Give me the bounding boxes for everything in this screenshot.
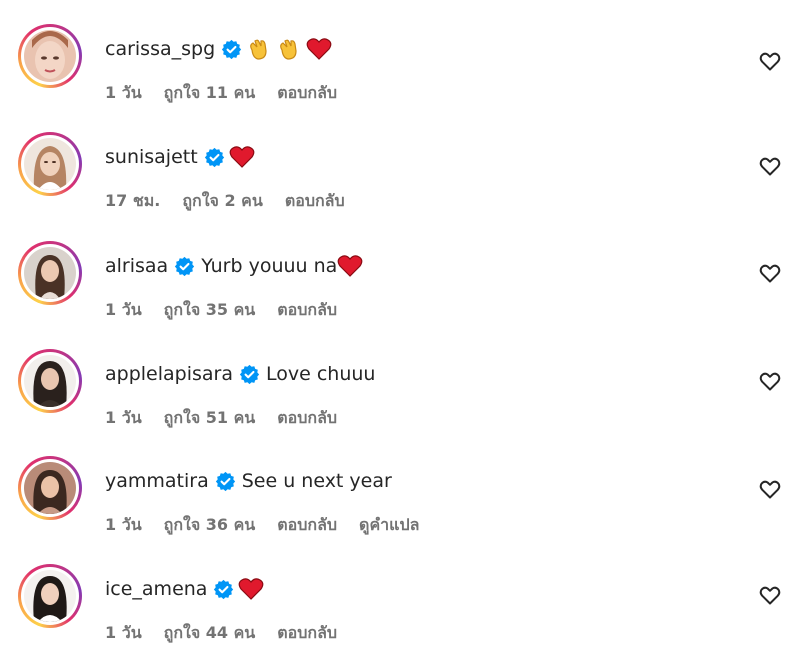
avatar <box>24 138 76 190</box>
reply-button[interactable]: ตอบกลับ <box>277 298 337 323</box>
heart-outline-icon[interactable] <box>758 583 782 607</box>
username[interactable]: ice_amena <box>105 576 207 602</box>
comment-item: yammatira See u next year 1 วัน ถูกใจ 36… <box>0 448 800 556</box>
timestamp: 17 ชม. <box>105 191 161 210</box>
verified-badge-icon <box>239 364 260 384</box>
avatar-ring-gap <box>21 27 79 85</box>
heart-outline-icon[interactable] <box>758 477 782 501</box>
comment-text: Yurb youuu na <box>201 255 338 277</box>
reply-button[interactable]: ตอบกลับ <box>277 406 337 431</box>
avatar-story-ring[interactable] <box>18 456 82 520</box>
avatar-ring-gap <box>21 352 79 410</box>
see-translation-button[interactable]: ดูคำแปล <box>359 513 419 538</box>
username[interactable]: alrisaa <box>105 253 168 279</box>
verified-badge-icon <box>204 147 224 167</box>
avatar-ring-gap <box>21 244 79 302</box>
avatar <box>24 570 76 622</box>
timestamp: 1 วัน <box>105 83 142 102</box>
username[interactable]: sunisajett <box>105 144 198 170</box>
reply-button[interactable]: ตอบกลับ <box>285 189 345 214</box>
reply-button[interactable]: ตอบกลับ <box>277 621 337 646</box>
likes-count-button[interactable]: ถูกใจ 35 คน <box>164 298 256 323</box>
avatar-story-ring[interactable] <box>18 241 82 305</box>
likes-count-button[interactable]: ถูกใจ 44 คน <box>164 621 256 646</box>
timestamp: 1 วัน <box>105 623 142 642</box>
comment-item: sunisajett 17 ชม. ถูกใจ 2 คน ตอบกลับ <box>0 124 800 232</box>
avatar-story-ring[interactable] <box>18 349 82 413</box>
heart-outline-icon[interactable] <box>758 261 782 285</box>
avatar <box>24 355 76 407</box>
timestamp: 1 วัน <box>105 515 142 534</box>
avatar-ring-gap <box>21 567 79 625</box>
clapping-hands-icon <box>280 39 297 60</box>
reply-button[interactable]: ตอบกลับ <box>277 513 337 538</box>
username[interactable]: yammatira <box>105 468 209 494</box>
verified-badge-icon <box>222 39 242 59</box>
avatar-story-ring[interactable] <box>18 564 82 628</box>
heart-outline-icon[interactable] <box>758 49 782 73</box>
likes-count-button[interactable]: ถูกใจ 51 คน <box>164 406 256 431</box>
verified-badge-icon <box>214 579 234 599</box>
username[interactable]: carissa_spg <box>105 36 215 62</box>
likes-count-button[interactable]: ถูกใจ 11 คน <box>164 81 256 106</box>
comment-item: carissa_spg 1 วัน ถูกใจ 11 คน ตอบกลับ <box>0 16 800 124</box>
avatar-story-ring[interactable] <box>18 24 82 88</box>
clapping-hands-icon <box>250 39 267 60</box>
avatar-story-ring[interactable] <box>18 132 82 196</box>
red-heart-icon <box>337 255 363 277</box>
timestamp: 1 วัน <box>105 300 142 319</box>
comment-list: carissa_spg 1 วัน ถูกใจ 11 คน ตอบกลับ su… <box>0 0 800 668</box>
avatar-ring-gap <box>21 459 79 517</box>
red-heart-icon <box>306 38 332 60</box>
likes-count-button[interactable]: ถูกใจ 2 คน <box>182 189 262 214</box>
verified-badge-icon <box>215 471 235 491</box>
red-heart-icon <box>229 146 255 168</box>
heart-outline-icon[interactable] <box>758 154 782 178</box>
verified-badge-icon <box>175 256 195 276</box>
avatar <box>24 247 76 299</box>
red-heart-icon <box>239 578 264 600</box>
avatar <box>24 462 76 514</box>
username[interactable]: applelapisara <box>105 361 233 387</box>
likes-count-button[interactable]: ถูกใจ 36 คน <box>164 513 256 538</box>
heart-outline-icon[interactable] <box>758 369 782 393</box>
comment-item: applelapisara Love chuuu 1 วัน ถูกใจ 51 … <box>0 341 800 449</box>
comment-item: alrisaa Yurb youuu na 1 วัน ถูกใจ 35 คน … <box>0 233 800 341</box>
comment-text: Love chuuu <box>266 363 376 385</box>
avatar <box>24 30 76 82</box>
avatar-ring-gap <box>21 135 79 193</box>
comment-item: ice_amena 1 วัน ถูกใจ 44 คน ตอบกลับ <box>0 556 800 664</box>
comment-text: See u next year <box>241 470 392 492</box>
timestamp: 1 วัน <box>105 408 142 427</box>
reply-button[interactable]: ตอบกลับ <box>277 81 337 106</box>
